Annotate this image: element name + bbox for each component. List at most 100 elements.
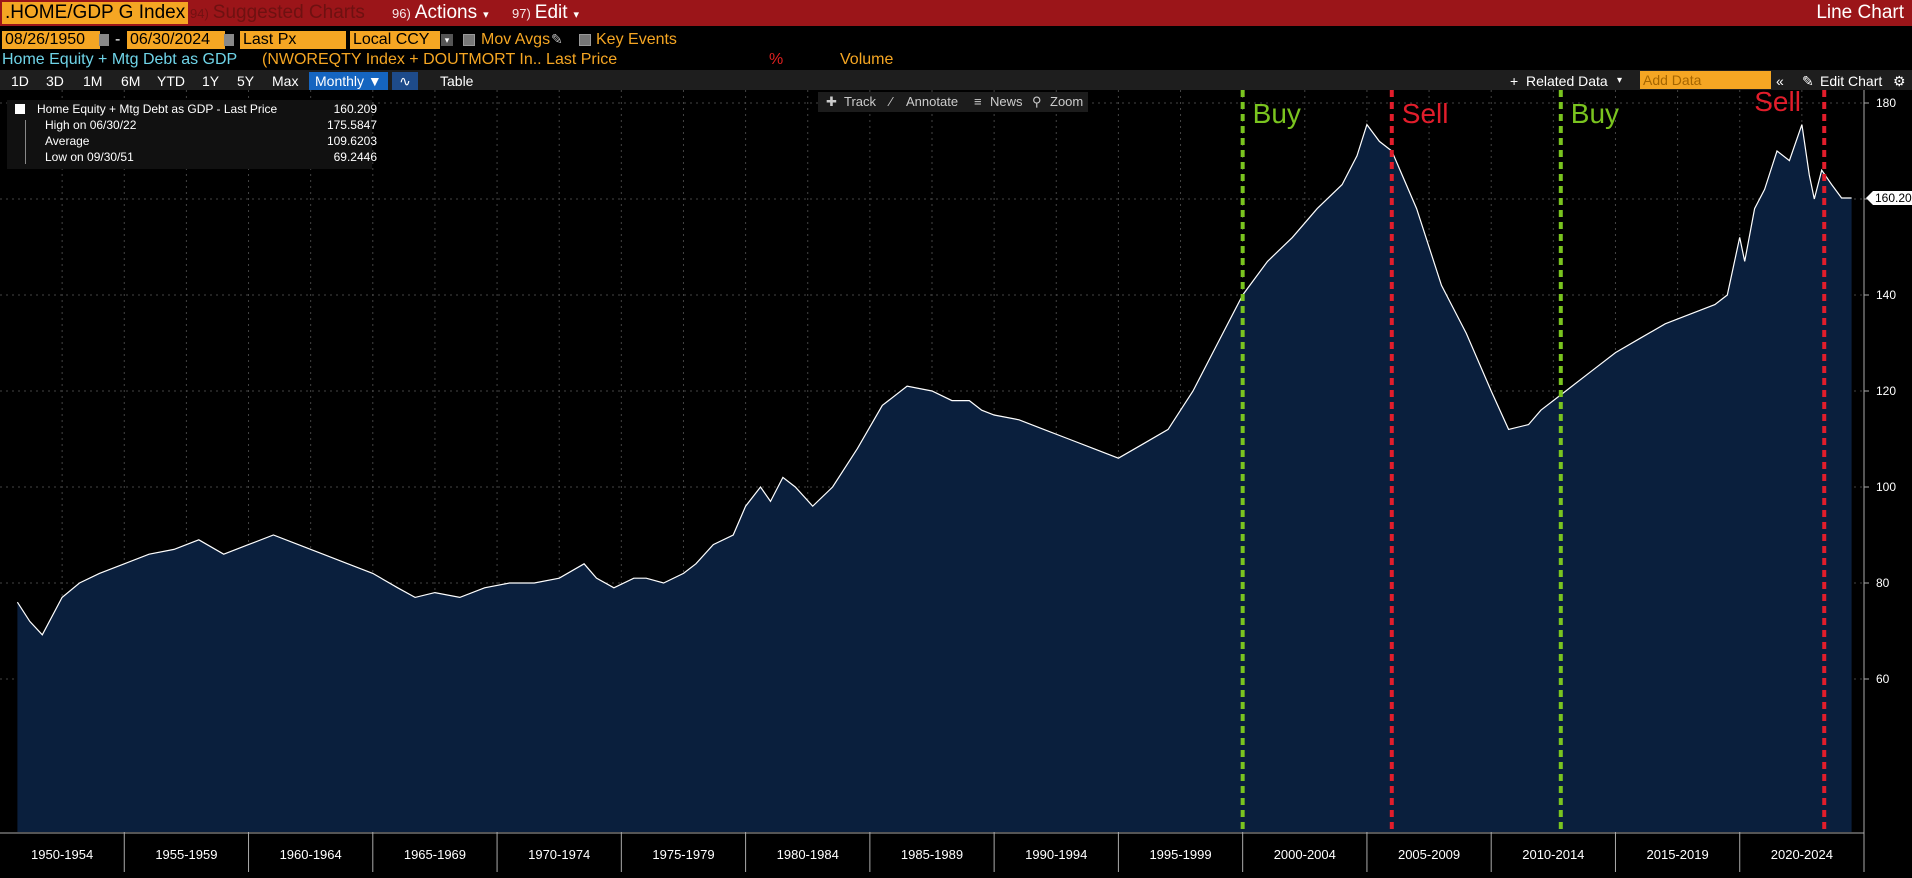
edit-label: Edit	[534, 2, 568, 23]
period-1y[interactable]: 1Y	[202, 72, 219, 90]
frequency-label: Monthly	[315, 73, 365, 89]
x-tick-label: 1985-1989	[901, 847, 963, 862]
price-field-select[interactable]: Last Px	[240, 31, 346, 49]
x-tick-label: 1975-1979	[652, 847, 714, 862]
x-tick-label: 1970-1974	[528, 847, 590, 862]
x-tick-label: 1980-1984	[777, 847, 839, 862]
news-button[interactable]: News	[990, 94, 1023, 109]
legend-low-row: Low on 09/30/51 69.2446	[45, 150, 377, 164]
mov-avgs-checkbox[interactable]	[463, 34, 475, 46]
sell-signal-label: Sell	[1754, 90, 1801, 117]
legend-high-value: 175.5847	[326, 118, 377, 132]
x-tick-label: 1965-1969	[404, 847, 466, 862]
suggested-label: Suggested Charts	[212, 2, 365, 23]
series-name: Home Equity + Mtg Debt as GDP	[2, 51, 238, 68]
last-value-label: 160.209	[1875, 191, 1912, 205]
table-button[interactable]: Table	[440, 72, 473, 90]
frequency-select[interactable]: Monthly ▼	[309, 72, 388, 90]
date-separator: -	[115, 31, 121, 48]
y-tick-label: 140	[1876, 288, 1896, 302]
plus-icon: +	[1510, 73, 1519, 89]
period-5y[interactable]: 5Y	[237, 72, 254, 90]
key-events-label[interactable]: Key Events	[596, 31, 677, 49]
legend-high-row: High on 06/30/22 175.5847	[45, 118, 377, 132]
search-icon: ⚲	[1032, 94, 1042, 109]
x-axis: 1950-1954 1955-1959 1960-1964 1965-1969 1970…	[0, 832, 1912, 878]
line-chart: Buy Sell Buy Sell 1950-1954 1955-1959 1960-19…	[0, 90, 1912, 878]
period-1m[interactable]: 1M	[83, 72, 102, 90]
chevron-down-icon[interactable]: ▾	[441, 34, 453, 46]
series-checkbox[interactable]	[15, 104, 25, 114]
legend-bracket	[25, 120, 26, 164]
chevron-down-icon: ▾	[1617, 75, 1623, 86]
x-tick-label: 1995-1999	[1149, 847, 1211, 862]
pencil-icon: ✎	[1802, 73, 1814, 89]
currency-select[interactable]: Local CCY	[350, 31, 440, 49]
y-tick-label: 180	[1876, 96, 1896, 110]
period-1d[interactable]: 1D	[11, 72, 29, 90]
x-tick-label: 1950-1954	[31, 847, 93, 862]
ticker-field[interactable]: .HOME/GDP G Index	[2, 2, 189, 24]
suggested-num: 94)	[190, 6, 209, 21]
legend-high-label: High on 06/30/22	[45, 118, 137, 132]
y-axis: 6080100120140160180160.209	[1863, 90, 1912, 832]
calendar-icon[interactable]	[99, 34, 109, 46]
related-data-menu[interactable]: Related Data	[1526, 72, 1608, 90]
y-tick-label: 100	[1876, 480, 1896, 494]
actions-menu[interactable]: 96) Actions ▾	[392, 2, 489, 24]
line-chart-icon[interactable]: ∿	[392, 72, 418, 90]
actions-num: 96)	[392, 6, 411, 21]
chart-tools: ✚ Track ∕ Annotate ≡ News ⚲ Zoom	[818, 92, 1088, 112]
pencil-icon[interactable]: ✎	[551, 31, 563, 48]
series-formula: (NWOREQTY Index + DOUTMORT In.. Last Pri…	[262, 51, 618, 68]
calendar-icon[interactable]	[224, 34, 234, 46]
period-max[interactable]: Max	[272, 72, 298, 90]
chevron-down-icon: ▼	[367, 73, 382, 89]
x-tick-label: 2010-2014	[1522, 847, 1584, 862]
crosshair-icon: ✚	[826, 94, 837, 109]
chart-type-title: Line Chart	[1816, 2, 1904, 23]
actions-label: Actions	[414, 2, 478, 23]
end-date-field[interactable]: 06/30/2024	[127, 31, 225, 49]
news-icon: ≡	[974, 94, 982, 109]
buy-signal-label: Buy	[1571, 98, 1619, 129]
gear-icon[interactable]: ⚙	[1893, 72, 1906, 90]
legend-series-name: Home Equity + Mtg Debt as GDP - Last Pri…	[37, 102, 278, 116]
pencil-icon: ∕	[890, 94, 893, 109]
edit-chart-button[interactable]: Edit Chart	[1820, 72, 1882, 90]
legend-low-label: Low on 09/30/51	[45, 150, 134, 164]
x-tick-label: 1990-1994	[1025, 847, 1087, 862]
legend-low-value: 69.2446	[333, 150, 377, 164]
zoom-button[interactable]: Zoom	[1050, 94, 1083, 109]
x-tick-label: 2020-2024	[1771, 847, 1833, 862]
chevron-down-icon: ▾	[483, 9, 489, 21]
period-6m[interactable]: 6M	[121, 72, 140, 90]
mov-avgs-label[interactable]: Mov Avgs	[481, 31, 550, 49]
edit-menu[interactable]: 97) Edit ▾	[512, 2, 579, 24]
legend-average-label: Average	[45, 134, 90, 148]
y-tick-label: 60	[1876, 672, 1890, 686]
edit-num: 97)	[512, 6, 531, 21]
key-events-checkbox[interactable]	[579, 34, 591, 46]
percent-field: %	[769, 51, 784, 68]
x-tick-label: 2005-2009	[1398, 847, 1460, 862]
period-ytd[interactable]: YTD	[157, 72, 185, 90]
suggested-charts-button[interactable]: 94) Suggested Charts	[190, 2, 365, 24]
x-tick-label: 1955-1959	[155, 847, 217, 862]
x-tick-label: 2000-2004	[1274, 847, 1336, 862]
y-tick-label: 80	[1876, 576, 1890, 590]
track-button[interactable]: Track	[844, 94, 876, 109]
y-tick-label: 120	[1876, 384, 1896, 398]
legend-average-value: 109.6203	[326, 134, 377, 148]
chevron-down-icon: ▾	[573, 9, 580, 21]
legend-box: Home Equity + Mtg Debt as GDP - Last Pri…	[7, 100, 377, 169]
x-tick-label: 2015-2019	[1647, 847, 1709, 862]
start-date-field[interactable]: 08/26/1950	[2, 31, 100, 49]
period-3d[interactable]: 3D	[46, 72, 64, 90]
sell-signal-label: Sell	[1402, 98, 1449, 129]
volume-label: Volume	[840, 51, 894, 68]
add-data-input[interactable]: Add Data	[1640, 71, 1771, 89]
annotate-button[interactable]: Annotate	[906, 94, 958, 109]
collapse-icon[interactable]: «	[1776, 72, 1784, 90]
legend-last-value: 160.209	[333, 102, 377, 116]
